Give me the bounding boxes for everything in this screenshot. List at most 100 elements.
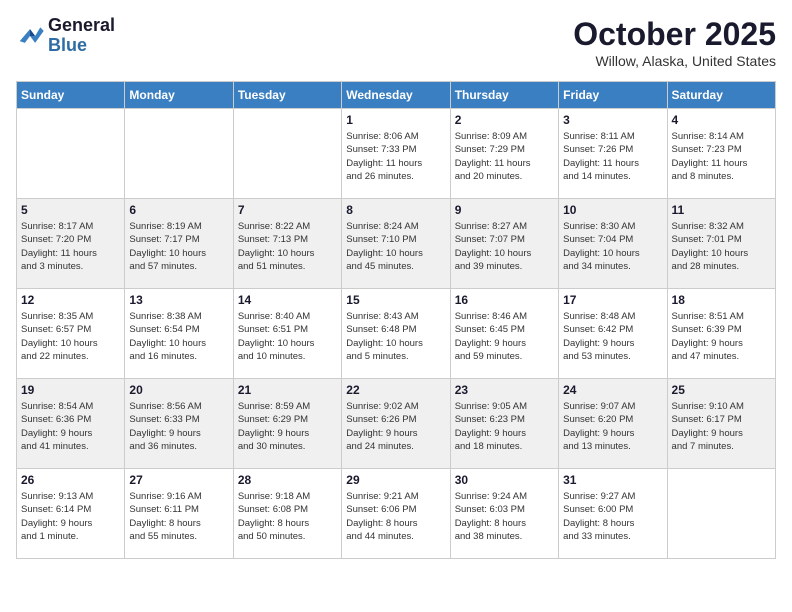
day-info: Sunrise: 9:16 AMSunset: 6:11 PMDaylight:… xyxy=(129,490,228,543)
calendar-cell: 18Sunrise: 8:51 AMSunset: 6:39 PMDayligh… xyxy=(667,289,775,379)
calendar-table: Sunday Monday Tuesday Wednesday Thursday… xyxy=(16,81,776,559)
calendar-cell: 17 Sunrise: 8:48 AMSunset: 6:42 PMDayligh… xyxy=(559,289,667,379)
day-info: Sunrise: 8:30 AMSunset: 7:04 PMDaylight:… xyxy=(563,220,662,273)
day-number: 31 xyxy=(563,473,662,487)
day-number: 16 xyxy=(455,293,554,307)
day-info: Sunrise: 8:09 AMSunset: 7:29 PMDaylight:… xyxy=(455,130,554,183)
calendar-cell xyxy=(667,469,775,559)
day-info: Sunrise: 8:40 AMSunset: 6:51 PMDaylight:… xyxy=(238,310,337,363)
calendar-cell: 13Sunrise: 8:38 AMSunset: 6:54 PMDayligh… xyxy=(125,289,233,379)
calendar-cell: 7 Sunrise: 8:22 AMSunset: 7:13 PMDaylight… xyxy=(233,199,341,289)
logo-text: GeneralBlue xyxy=(48,16,115,56)
day-number: 8 xyxy=(346,203,445,217)
calendar-cell: 28Sunrise: 9:18 AMSunset: 6:08 PMDayligh… xyxy=(233,469,341,559)
day-number: 7 xyxy=(238,203,337,217)
day-number: 29 xyxy=(346,473,445,487)
calendar-cell: 1 Sunrise: 8:06 AMSunset: 7:33 PMDaylight… xyxy=(342,109,450,199)
day-number: 19 xyxy=(21,383,120,397)
day-number: 12 xyxy=(21,293,120,307)
day-info: Sunrise: 8:24 AMSunset: 7:10 PMDaylight:… xyxy=(346,220,445,273)
day-info: Sunrise: 9:18 AMSunset: 6:08 PMDaylight:… xyxy=(238,490,337,543)
day-info: Sunrise: 8:59 AMSunset: 6:29 PMDaylight:… xyxy=(238,400,337,453)
calendar-cell: 21 Sunrise: 8:59 AMSunset: 6:29 PMDayligh… xyxy=(233,379,341,469)
day-info: Sunrise: 8:38 AMSunset: 6:54 PMDaylight:… xyxy=(129,310,228,363)
logo: GeneralBlue xyxy=(16,16,115,56)
day-number: 25 xyxy=(672,383,771,397)
calendar-cell: 23Sunrise: 9:05 AMSunset: 6:23 PMDayligh… xyxy=(450,379,558,469)
day-number: 6 xyxy=(129,203,228,217)
day-info: Sunrise: 8:48 AMSunset: 6:42 PMDaylight:… xyxy=(563,310,662,363)
header-sunday: Sunday xyxy=(17,82,125,109)
day-number: 2 xyxy=(455,113,554,127)
day-number: 4 xyxy=(672,113,771,127)
calendar-week-row: 5Sunrise: 8:17 AMSunset: 7:20 PMDaylight… xyxy=(17,199,776,289)
day-number: 14 xyxy=(238,293,337,307)
calendar-cell: 22 Sunrise: 9:02 AMSunset: 6:26 PMDayligh… xyxy=(342,379,450,469)
calendar-cell: 15 Sunrise: 8:43 AMSunset: 6:48 PMDayligh… xyxy=(342,289,450,379)
header-tuesday: Tuesday xyxy=(233,82,341,109)
calendar-cell: 16 Sunrise: 8:46 AMSunset: 6:45 PMDayligh… xyxy=(450,289,558,379)
calendar-cell xyxy=(125,109,233,199)
header-wednesday: Wednesday xyxy=(342,82,450,109)
day-info: Sunrise: 9:27 AMSunset: 6:00 PMDaylight:… xyxy=(563,490,662,543)
day-info: Sunrise: 8:35 AMSunset: 6:57 PMDaylight:… xyxy=(21,310,120,363)
calendar-cell: 9 Sunrise: 8:27 AMSunset: 7:07 PMDaylight… xyxy=(450,199,558,289)
logo-icon xyxy=(16,24,44,48)
calendar-cell: 31 Sunrise: 9:27 AMSunset: 6:00 PMDayligh… xyxy=(559,469,667,559)
day-info: Sunrise: 8:46 AMSunset: 6:45 PMDaylight:… xyxy=(455,310,554,363)
day-number: 27 xyxy=(129,473,228,487)
day-number: 20 xyxy=(129,383,228,397)
calendar-cell xyxy=(17,109,125,199)
weekday-header-row: Sunday Monday Tuesday Wednesday Thursday… xyxy=(17,82,776,109)
calendar-cell: 26Sunrise: 9:13 AMSunset: 6:14 PMDayligh… xyxy=(17,469,125,559)
day-info: Sunrise: 8:17 AMSunset: 7:20 PMDaylight:… xyxy=(21,220,120,273)
calendar-cell: 6 Sunrise: 8:19 AMSunset: 7:17 PMDaylight… xyxy=(125,199,233,289)
day-info: Sunrise: 8:51 AMSunset: 6:39 PMDaylight:… xyxy=(672,310,771,363)
day-info: Sunrise: 8:56 AMSunset: 6:33 PMDaylight:… xyxy=(129,400,228,453)
day-info: Sunrise: 8:54 AMSunset: 6:36 PMDaylight:… xyxy=(21,400,120,453)
day-info: Sunrise: 9:21 AMSunset: 6:06 PMDaylight:… xyxy=(346,490,445,543)
day-number: 21 xyxy=(238,383,337,397)
calendar-cell: 12 Sunrise: 8:35 AMSunset: 6:57 PMDayligh… xyxy=(17,289,125,379)
day-number: 15 xyxy=(346,293,445,307)
calendar-cell: 20 Sunrise: 8:56 AMSunset: 6:33 PMDayligh… xyxy=(125,379,233,469)
day-info: Sunrise: 8:43 AMSunset: 6:48 PMDaylight:… xyxy=(346,310,445,363)
day-number: 22 xyxy=(346,383,445,397)
calendar-cell: 25 Sunrise: 9:10 AMSunset: 6:17 PMDayligh… xyxy=(667,379,775,469)
header-friday: Friday xyxy=(559,82,667,109)
day-number: 26 xyxy=(21,473,120,487)
day-number: 17 xyxy=(563,293,662,307)
header-thursday: Thursday xyxy=(450,82,558,109)
calendar-cell: 4 Sunrise: 8:14 AMSunset: 7:23 PMDaylight… xyxy=(667,109,775,199)
calendar-body: 1 Sunrise: 8:06 AMSunset: 7:33 PMDaylight… xyxy=(17,109,776,559)
header-saturday: Saturday xyxy=(667,82,775,109)
day-info: Sunrise: 9:07 AMSunset: 6:20 PMDaylight:… xyxy=(563,400,662,453)
day-info: Sunrise: 8:19 AMSunset: 7:17 PMDaylight:… xyxy=(129,220,228,273)
day-info: Sunrise: 8:22 AMSunset: 7:13 PMDaylight:… xyxy=(238,220,337,273)
calendar-week-row: 1 Sunrise: 8:06 AMSunset: 7:33 PMDaylight… xyxy=(17,109,776,199)
calendar-cell: 3Sunrise: 8:11 AMSunset: 7:26 PMDaylight… xyxy=(559,109,667,199)
month-title: October 2025 xyxy=(573,16,776,53)
day-info: Sunrise: 8:27 AMSunset: 7:07 PMDaylight:… xyxy=(455,220,554,273)
header-monday: Monday xyxy=(125,82,233,109)
calendar-cell: 27 Sunrise: 9:16 AMSunset: 6:11 PMDayligh… xyxy=(125,469,233,559)
calendar-cell xyxy=(233,109,341,199)
page-header: GeneralBlue October 2025 Willow, Alaska,… xyxy=(16,16,776,69)
day-info: Sunrise: 9:10 AMSunset: 6:17 PMDaylight:… xyxy=(672,400,771,453)
day-number: 9 xyxy=(455,203,554,217)
day-info: Sunrise: 8:11 AMSunset: 7:26 PMDaylight:… xyxy=(563,130,662,183)
calendar-cell: 10 Sunrise: 8:30 AMSunset: 7:04 PMDayligh… xyxy=(559,199,667,289)
calendar-cell: 24 Sunrise: 9:07 AMSunset: 6:20 PMDayligh… xyxy=(559,379,667,469)
calendar-cell: 30Sunrise: 9:24 AMSunset: 6:03 PMDayligh… xyxy=(450,469,558,559)
day-info: Sunrise: 8:32 AMSunset: 7:01 PMDaylight:… xyxy=(672,220,771,273)
day-number: 1 xyxy=(346,113,445,127)
calendar-week-row: 19 Sunrise: 8:54 AMSunset: 6:36 PMDayligh… xyxy=(17,379,776,469)
day-number: 24 xyxy=(563,383,662,397)
day-number: 11 xyxy=(672,203,771,217)
day-number: 10 xyxy=(563,203,662,217)
day-info: Sunrise: 9:02 AMSunset: 6:26 PMDaylight:… xyxy=(346,400,445,453)
calendar-cell: 19 Sunrise: 8:54 AMSunset: 6:36 PMDayligh… xyxy=(17,379,125,469)
day-info: Sunrise: 8:14 AMSunset: 7:23 PMDaylight:… xyxy=(672,130,771,183)
calendar-week-row: 26Sunrise: 9:13 AMSunset: 6:14 PMDayligh… xyxy=(17,469,776,559)
day-info: Sunrise: 8:06 AMSunset: 7:33 PMDaylight:… xyxy=(346,130,445,183)
